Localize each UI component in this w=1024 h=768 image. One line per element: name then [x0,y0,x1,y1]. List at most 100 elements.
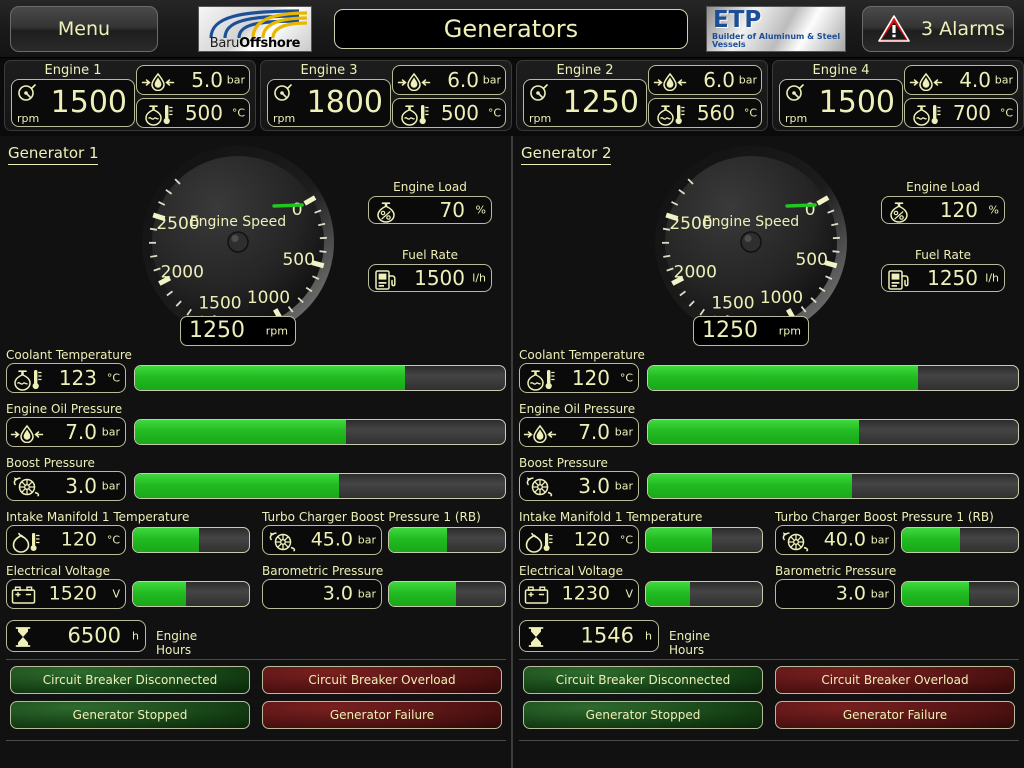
engine-oil-pressure-unit: bar [994,73,1013,87]
engine-exhaust-temp-field: 500 °C [392,98,506,128]
rpm-gauge-icon [786,84,804,101]
metric-value: 123 [58,366,97,390]
metric-label: Intake Manifold 1 Temperature [519,510,703,524]
fuel-rate-value: 1250 [927,266,978,290]
metric-label: Barometric Pressure [262,564,384,578]
metric-bar-fill [133,582,187,606]
fuel-rate-value: 1500 [414,266,465,290]
metric-bar-fill [135,366,406,390]
status-separator [519,659,1019,660]
engine-hours-value: 6500 [67,623,121,648]
status-indicator-button[interactable]: Generator Failure [262,701,502,729]
engine-load-readout: Engine Load 70% [368,180,492,224]
battery-icon [524,586,549,604]
engine-hours-unit: h [132,629,139,643]
menu-button[interactable]: Menu [10,6,158,52]
metric-value: 120 [573,528,610,551]
metric-unit: bar [614,425,633,439]
metric-bar-row: Coolant Temperature 123 °C [6,348,506,393]
fuel-pump-icon [375,270,396,290]
metric-field: 123 °C [6,363,126,393]
metric-unit: bar [870,587,889,601]
gauge-needle [785,203,817,208]
turbocharger-icon [269,532,296,552]
etp-logo-tagline: Builder of Aluminum & Steel Vessels [712,32,841,49]
metric-half-row: Intake Manifold 1 Temperature 120 °C [6,510,254,555]
status-indicator-button[interactable]: Generator Failure [775,701,1015,729]
oil-droplet-icon [397,72,431,91]
generator-title: Generator 1 [8,144,99,165]
engine-oil-pressure-field: 6.0 bar [648,65,762,95]
metric-field: 45.0 bar [262,525,382,555]
metric-bar-track [134,419,506,445]
fuel-rate-unit: l/h [985,271,999,285]
metric-bar-fill [648,474,852,498]
hourglass-icon [15,627,31,647]
metric-bar-track [134,473,506,499]
engine-rpm-unit: rpm [273,112,296,125]
gauge-tick-label: 1500 [711,293,754,313]
status-indicator-button[interactable]: Circuit Breaker Disconnected [10,666,250,694]
engine-speed-gauge-wrap: 500 1000 1500 2000 2500 0 Engine Speed 1250 rpm [631,138,871,350]
metric-bar-row: Engine Oil Pressure 7.0 bar [519,402,1019,447]
metric-bar-fill [135,474,339,498]
metric-field: 3.0 bar [6,471,126,501]
etp-logo: ETP Builder of Aluminum & Steel Vessels [706,6,846,52]
gauge-digital-unit: rpm [778,324,801,338]
turbocharger-icon [782,532,809,552]
engine-exhaust-temp-unit: °C [999,106,1013,120]
status-indicator-button[interactable]: Generator Stopped [10,701,250,729]
gauge-tick-label: 1500 [198,293,241,313]
status-indicator-button[interactable]: Circuit Breaker Disconnected [523,666,763,694]
metric-label: Boost Pressure [6,456,95,470]
gauge-tick-label: 1000 [247,288,290,308]
metric-bar-row: Boost Pressure 3.0 bar [519,456,1019,501]
alarms-button[interactable]: 3 Alarms [862,6,1014,52]
engine-card-3[interactable]: Engine 2 rpm 1250 6.0 bar 560 °C [516,60,768,131]
status-indicator-button[interactable]: Generator Stopped [523,701,763,729]
engine-exhaust-temp-value: 500 [440,101,479,125]
metric-field: 3.0 bar [262,579,382,609]
menu-button-label: Menu [57,18,111,40]
engine-hours-field: 1546 h [519,620,659,652]
generator-panel-1: Generator 1 500 1000 1500 2000 2500 0 Engine Sp… [0,136,511,768]
gauge-dial-label: Engine Speed [190,214,286,230]
status-indicator-button[interactable]: Circuit Breaker Overload [775,666,1015,694]
status-indicator-label: Generator Stopped [585,708,701,722]
metric-value: 120 [60,528,97,551]
status-indicator-label: Circuit Breaker Disconnected [555,673,731,687]
metric-bar-track [647,365,1019,391]
metric-value: 7.0 [65,420,97,444]
metric-half-row: Intake Manifold 1 Temperature 120 °C [519,510,767,555]
metric-bar-fill [646,528,713,552]
fuel-rate-readout: Fuel Rate 1500 l/h [368,248,492,292]
metric-label: Electrical Voltage [6,564,110,578]
engine-load-value: 70 [439,198,465,222]
engine-rpm-value: 1800 [306,85,383,120]
page-title-text: Generators [443,15,579,43]
metric-unit: °C [619,533,633,547]
status-indicator-label: Circuit Breaker Overload [821,673,969,687]
engine-card-1[interactable]: Engine 1 rpm 1500 5.0 bar 500 °C [4,60,256,131]
metric-bar-fill [389,528,447,552]
coolant-thermometer-icon [14,370,42,391]
engine-oil-pressure-value: 6.0 [703,68,735,92]
metric-bar-fill [389,582,457,606]
engine-hours-field: 6500 h [6,620,146,652]
engine-card-2[interactable]: Engine 3 rpm 1800 6.0 bar 500 °C [260,60,512,131]
engine-exhaust-temp-field: 500 °C [136,98,250,128]
engine-exhaust-temp-value: 700 [952,101,991,125]
gauge-tick-label: 500 [795,250,827,270]
gauge-digital-readout: 1250 rpm [180,316,296,346]
status-indicator-button[interactable]: Circuit Breaker Overload [262,666,502,694]
metric-label: Coolant Temperature [6,348,132,362]
coolant-thermometer-icon [657,105,685,126]
engine-card-4[interactable]: Engine 4 rpm 1500 4.0 bar 700 °C [772,60,1024,131]
metric-unit: bar [101,425,120,439]
engine-hours-unit: h [645,629,652,643]
metric-field: 3.0 bar [519,471,639,501]
metric-label: Engine Oil Pressure [519,402,636,416]
metric-bar-track [134,365,506,391]
metric-bar-fill [133,528,200,552]
baru-offshore-logo: BaruOffshore [198,6,312,52]
